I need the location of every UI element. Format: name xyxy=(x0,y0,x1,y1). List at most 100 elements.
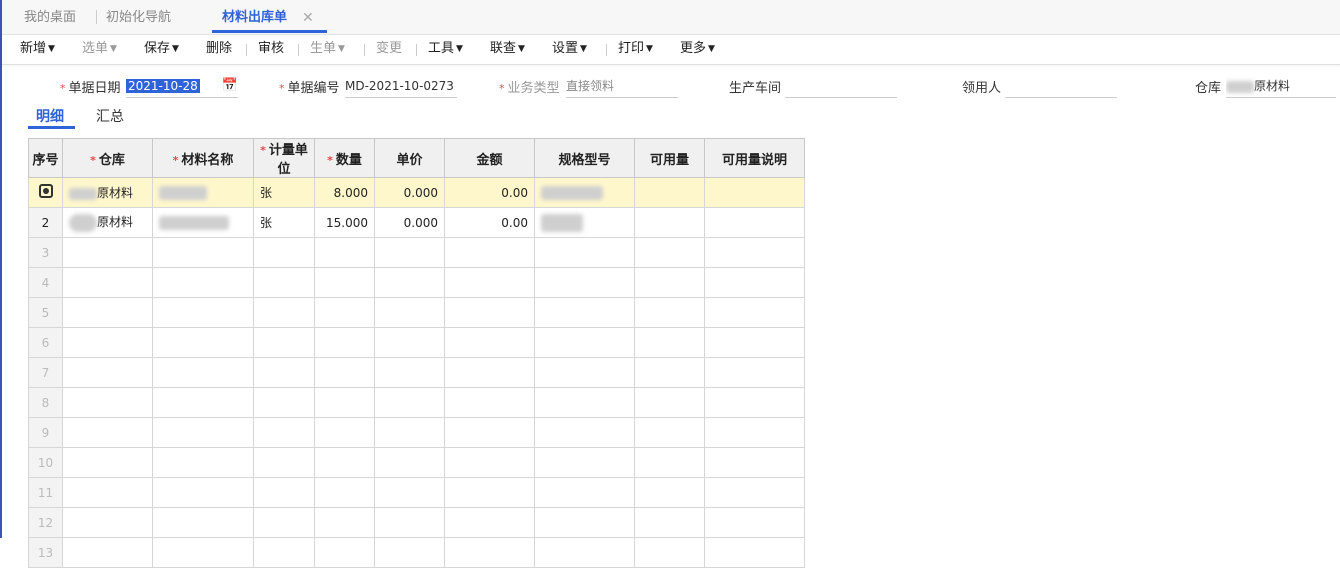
date-field[interactable]: 2021-10-28 📅 xyxy=(126,77,238,98)
change-button[interactable]: 变更 xyxy=(376,35,402,63)
col-header-warehouse[interactable]: * 仓库 xyxy=(62,138,153,178)
row-index: 13 xyxy=(28,537,63,568)
warehouse-field[interactable]: 原材料 xyxy=(1226,77,1336,98)
table-row-empty[interactable]: 13 xyxy=(28,537,805,568)
blurred-text xyxy=(541,213,583,232)
cell-material-name[interactable] xyxy=(152,177,254,208)
toolbar-divider xyxy=(364,44,365,56)
tab-divider xyxy=(96,10,97,24)
cell-spec[interactable] xyxy=(534,177,635,208)
blurred-text xyxy=(541,185,603,200)
subtab-detail[interactable]: 明细 xyxy=(36,106,64,126)
cell-amount[interactable]: 0.00 xyxy=(444,177,535,208)
col-header-unit[interactable]: * 计量单位 xyxy=(253,138,315,178)
print-button[interactable]: 打印 ▼ xyxy=(618,35,653,63)
toolbar-divider xyxy=(606,44,607,56)
blurred-text xyxy=(159,215,229,230)
blurred-text xyxy=(69,187,97,200)
col-header-amount[interactable]: 金额 xyxy=(444,138,535,178)
active-tab-indicator xyxy=(212,30,327,33)
delete-button[interactable]: 删除 xyxy=(206,35,232,63)
table-row-empty[interactable]: 12 xyxy=(28,507,805,538)
cell-warehouse[interactable]: 原材料 xyxy=(62,207,153,238)
toolbar: 新增 ▼ 选单 ▼ 保存 ▼ 删除 审核 生单 ▼ 变更 工具 ▼ 联查 ▼ 设置 ▼ 打印 ▼… xyxy=(2,35,1340,65)
cell-available[interactable] xyxy=(634,207,705,238)
cell-spec[interactable] xyxy=(534,207,635,238)
biz-type-field[interactable]: 直接领料 xyxy=(566,77,678,98)
table-row[interactable]: 原材料 张 8.000 0.000 0.00 xyxy=(28,177,805,208)
chevron-down-icon: ▼ xyxy=(110,44,117,54)
chevron-down-icon: ▼ xyxy=(338,44,345,54)
table-row-empty[interactable]: 7 xyxy=(28,357,805,388)
receiver-field[interactable] xyxy=(1005,77,1117,98)
subtab-summary[interactable]: 汇总 xyxy=(96,106,124,126)
tab-init-nav[interactable]: 初始化导航 xyxy=(106,0,171,34)
table-row-empty[interactable]: 11 xyxy=(28,477,805,508)
add-button[interactable]: 新增 ▼ xyxy=(20,35,55,63)
cell-amount[interactable]: 0.00 xyxy=(444,207,535,238)
col-header-unit-price[interactable]: 单价 xyxy=(374,138,445,178)
blurred-text xyxy=(69,213,97,232)
settings-button[interactable]: 设置 ▼ xyxy=(552,35,587,63)
window-left-edge xyxy=(0,0,2,538)
row-index: 9 xyxy=(28,417,63,448)
chevron-down-icon: ▼ xyxy=(708,44,715,54)
select-order-button[interactable]: 选单 ▼ xyxy=(82,35,117,63)
cell-warehouse[interactable]: 原材料 xyxy=(62,177,153,208)
cell-available-note[interactable] xyxy=(704,177,805,208)
col-header-available[interactable]: 可用量 xyxy=(634,138,705,178)
active-subtab-indicator xyxy=(28,126,75,129)
row-index: 6 xyxy=(28,327,63,358)
col-header-material-name[interactable]: * 材料名称 xyxy=(152,138,254,178)
col-header-spec[interactable]: 规格型号 xyxy=(534,138,635,178)
workshop-field[interactable] xyxy=(785,77,897,98)
cell-available-note[interactable] xyxy=(704,207,805,238)
blurred-text xyxy=(1226,80,1254,93)
cell-quantity[interactable]: 15.000 xyxy=(314,207,375,238)
biz-type-label: * 业务类型 xyxy=(499,81,560,96)
save-button[interactable]: 保存 ▼ xyxy=(144,35,179,63)
cell-unit-price[interactable]: 0.000 xyxy=(374,207,445,238)
table-row-empty[interactable]: 6 xyxy=(28,327,805,358)
code-field[interactable]: MD-2021-10-0273 xyxy=(345,77,457,98)
row-index: 12 xyxy=(28,507,63,538)
cell-unit[interactable]: 张 xyxy=(253,207,315,238)
row-index: 4 xyxy=(28,267,63,298)
workshop-label: 生产车间 xyxy=(729,81,782,96)
table-row[interactable]: 2 原材料 张 15.000 0.000 0.00 xyxy=(28,207,805,238)
table-row-empty[interactable]: 9 xyxy=(28,417,805,448)
calendar-icon[interactable]: 📅 xyxy=(222,77,238,95)
table-row-empty[interactable]: 4 xyxy=(28,267,805,298)
generate-order-button[interactable]: 生单 ▼ xyxy=(310,35,345,63)
blurred-text xyxy=(159,185,207,200)
cell-material-name[interactable] xyxy=(152,207,254,238)
code-label: * 单据编号 xyxy=(279,81,340,96)
tab-material-issue[interactable]: 材料出库单 xyxy=(222,0,287,34)
chevron-down-icon: ▼ xyxy=(518,44,525,54)
row-settings-icon[interactable] xyxy=(28,177,63,208)
inquiry-button[interactable]: 联查 ▼ xyxy=(490,35,525,63)
table-header: 序号 * 仓库 * 材料名称 * 计量单位 * 数量 单价 金额 规格型号 可用量 可用… xyxy=(28,138,805,178)
col-header-index: 序号 xyxy=(28,138,63,178)
table-row-empty[interactable]: 8 xyxy=(28,387,805,418)
table-row-empty[interactable]: 3 xyxy=(28,237,805,268)
chevron-down-icon: ▼ xyxy=(456,44,463,54)
row-index: 5 xyxy=(28,297,63,328)
table-row-empty[interactable]: 10 xyxy=(28,447,805,478)
col-header-quantity[interactable]: * 数量 xyxy=(314,138,375,178)
row-index: 7 xyxy=(28,357,63,388)
cell-quantity[interactable]: 8.000 xyxy=(314,177,375,208)
row-index: 11 xyxy=(28,477,63,508)
audit-button[interactable]: 审核 xyxy=(258,35,284,63)
table-row-empty[interactable]: 5 xyxy=(28,297,805,328)
tools-button[interactable]: 工具 ▼ xyxy=(428,35,463,63)
more-button[interactable]: 更多 ▼ xyxy=(680,35,715,63)
col-header-available-note[interactable]: 可用量说明 xyxy=(704,138,805,178)
cell-unit[interactable]: 张 xyxy=(253,177,315,208)
toolbar-divider xyxy=(416,44,417,56)
tab-desktop[interactable]: 我的桌面 xyxy=(24,0,76,34)
chevron-down-icon: ▼ xyxy=(580,44,587,54)
cell-unit-price[interactable]: 0.000 xyxy=(374,177,445,208)
cell-available[interactable] xyxy=(634,177,705,208)
receiver-label: 领用人 xyxy=(962,81,1002,96)
